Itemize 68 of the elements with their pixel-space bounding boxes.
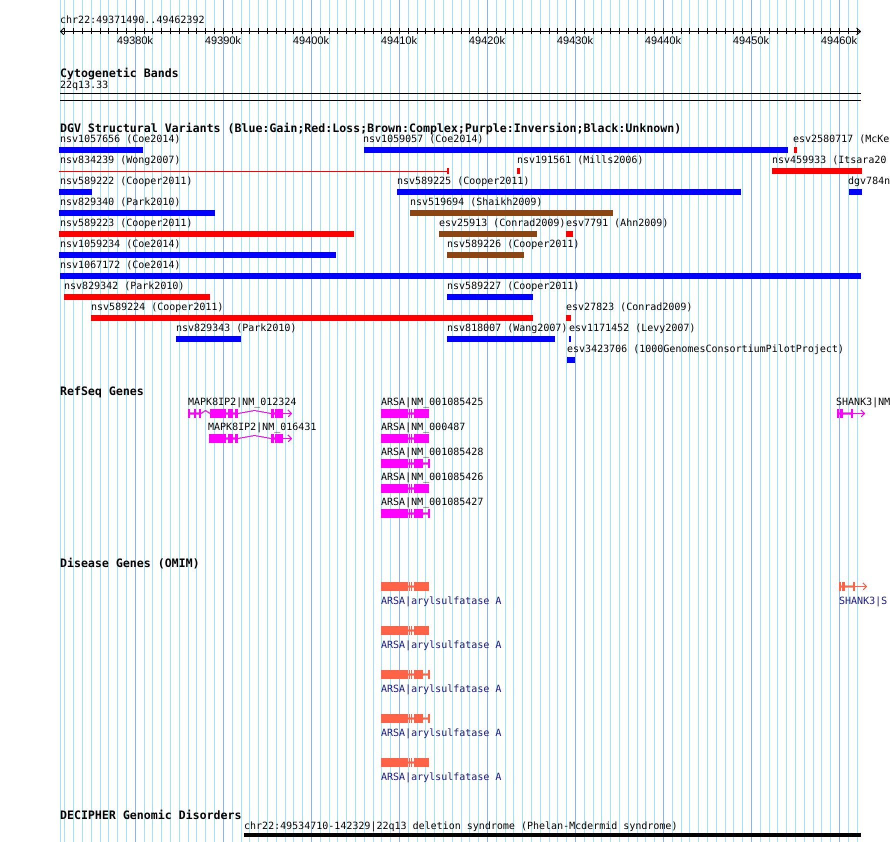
gene-model-drawing [839, 582, 867, 591]
variant-label: nsv1059234 (Coe2014) [60, 239, 180, 250]
variant-label: nsv829342 (Park2010) [64, 281, 184, 292]
variant-label: nsv1057656 (Coe2014) [60, 134, 180, 145]
gene-model-drawing [381, 626, 429, 635]
location-text: chr22:49371490..49462392 [60, 15, 204, 26]
disease-label: ARSA|arylsulfatase A [381, 772, 502, 783]
gene-model-drawing [381, 434, 429, 443]
gene-label: ARSA|NM_001085427 [381, 497, 484, 508]
variant-label: nsv834239 (Wong2007) [60, 155, 180, 166]
disease-label: ARSA|arylsulfatase A [381, 596, 502, 607]
gene-label: ARSA|NM_000487 [381, 422, 466, 433]
tick-label: 49440k [644, 35, 681, 47]
tick-label: 49400k [292, 35, 329, 47]
variant-label: nsv589227 (Cooper2011) [447, 281, 580, 292]
gene-model-drawing [381, 670, 430, 679]
gene-model-drawing [381, 484, 429, 493]
gene-model-drawing [381, 582, 429, 591]
variant-label: nsv519694 (Shaikh2009) [410, 197, 542, 208]
disease-label: ARSA|arylsulfatase A [381, 728, 502, 739]
variant-label: esv7791 (Ahn2009) [566, 218, 668, 229]
disease-label: ARSA|arylsulfatase A [381, 684, 502, 695]
gene-label: ARSA|NM_001085426 [381, 472, 484, 483]
gene-label: ARSA|NM_001085428 [381, 447, 484, 458]
tick-label: 49450k [732, 35, 769, 47]
variant-label: nsv829343 (Park2010) [176, 323, 296, 334]
tick-label: 49410k [380, 35, 417, 47]
gene-label: SHANK3|NM [836, 397, 890, 408]
variant-label: nsv589225 (Cooper2011) [397, 176, 530, 187]
track-title: RefSeq Genes [60, 386, 144, 397]
variant-label: nsv589224 (Cooper2011) [91, 302, 224, 313]
variant-label: nsv589223 (Cooper2011) [60, 218, 192, 229]
gene-label: MAPK8IP2|NM_016431 [208, 422, 316, 433]
gene-model-drawing [381, 714, 430, 723]
tick-label: 49390k [204, 35, 241, 47]
variant-label: esv25913 (Conrad2009) [439, 218, 566, 229]
variant-label: nsv589222 (Cooper2011) [60, 176, 192, 187]
disease-label: SHANK3|S [839, 596, 888, 607]
tick-label: 49380k [116, 35, 153, 47]
gene-label: ARSA|NM_001085425 [381, 397, 484, 408]
variant-label: nsv191561 (Mills2006) [517, 155, 644, 166]
track-title: DECIPHER Genomic Disorders [60, 810, 242, 821]
gene-model-drawing [381, 509, 430, 518]
variant-label: dgv784n [848, 176, 890, 187]
gene-model-drawing [381, 758, 429, 767]
disease-label: ARSA|arylsulfatase A [381, 640, 502, 651]
gene-model-drawing [837, 409, 865, 418]
variant-label: esv27823 (Conrad2009) [566, 302, 692, 313]
variant-label: nsv1059057 (Coe2014) [363, 134, 484, 145]
band-label: 22q13.33 [60, 80, 108, 91]
variant-label: nsv1067172 (Coe2014) [60, 260, 180, 271]
region-label: chr22:49534710-142329|22q13 deletion syndrome (Phelan-Mcdermid syndrome) [244, 821, 678, 832]
variant-label: esv2580717 (McKe [793, 134, 890, 145]
variant-label: nsv589226 (Cooper2011) [447, 239, 580, 250]
track-title: Cytogenetic Bands [60, 68, 179, 79]
variant-label: nsv459933 (Itsara20 [772, 155, 886, 166]
tick-label: 49430k [556, 35, 593, 47]
variant-label: nsv818007 (Wang2007) [447, 323, 568, 334]
variant-label: esv1171452 (Levy2007) [569, 323, 696, 334]
gene-model-drawing [381, 409, 429, 418]
track-title: DGV Structural Variants (Blue:Gain;Red:Loss;Brown:Complex;Purple:Inversion;Black:Unknown) [60, 123, 682, 134]
variant-label: esv3423706 (1000GenomesConsortiumPilotProject) [567, 344, 844, 355]
track-title: Disease Genes (OMIM) [60, 558, 200, 569]
gene-label: MAPK8IP2|NM_012324 [188, 397, 296, 408]
gene-model-drawing [381, 459, 430, 468]
tick-label: 49420k [468, 35, 505, 47]
tick-label: 49460k [820, 35, 857, 47]
variant-label: nsv829340 (Park2010) [60, 197, 180, 208]
